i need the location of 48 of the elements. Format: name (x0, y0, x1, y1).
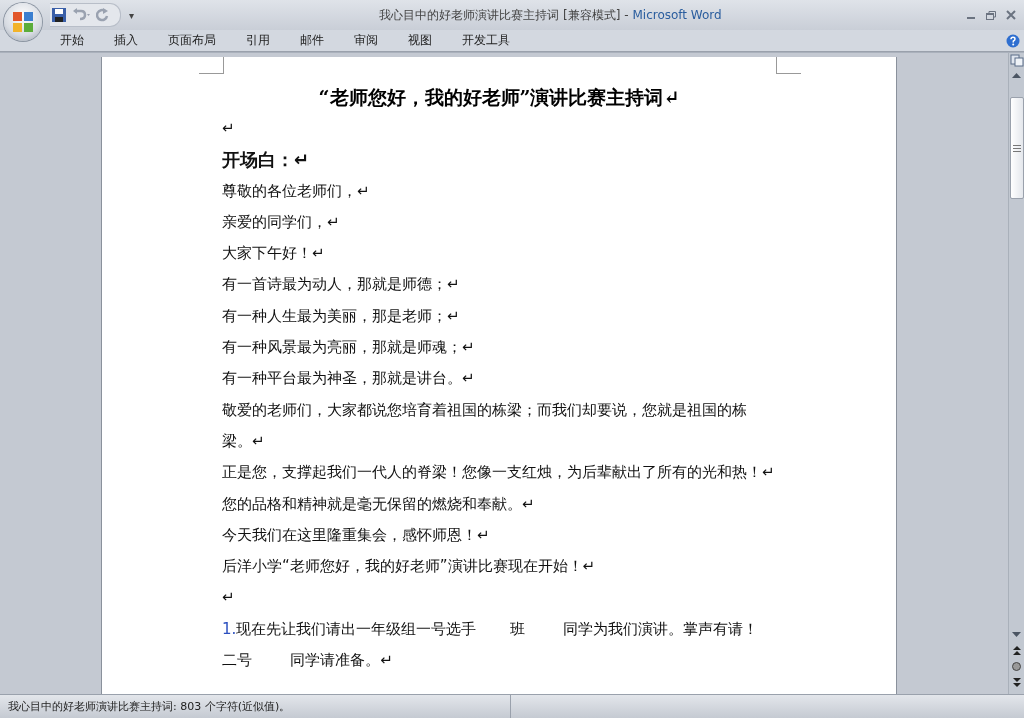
down-arrow-icon (1012, 631, 1021, 637)
close-icon[interactable] (1006, 10, 1016, 20)
body-text-line: ↵ (222, 118, 235, 139)
body-text-line: 二号 同学请准备。↵ (222, 650, 393, 672)
body-text-line: 今天我们在这里隆重集会，感怀师恩！↵ (222, 524, 490, 546)
undo-icon[interactable] (72, 8, 90, 22)
body-text-line: 有一种风景最为亮丽，那就是师魂；↵ (222, 337, 475, 359)
office-button[interactable] (4, 3, 42, 41)
ribbon-tab[interactable]: 视图 (396, 30, 444, 51)
body-text-line: 亲爱的同学们，↵ (222, 211, 340, 233)
save-icon[interactable] (52, 8, 66, 22)
ribbon-tab[interactable]: 插入 (102, 30, 150, 51)
ribbon-tab[interactable]: 邮件 (288, 30, 336, 51)
ribbon-tab[interactable]: 页面布局 (156, 30, 228, 51)
circle-icon (1012, 661, 1021, 671)
double-up-arrow-icon (1012, 645, 1021, 655)
body-text-line: 有一种平台最为神圣，那就是讲台。↵ (222, 368, 475, 390)
customize-toolbar-button[interactable]: ▾ (129, 9, 135, 21)
body-text-line: 尊敬的各位老师们，↵ (222, 180, 370, 202)
up-arrow-icon (1012, 72, 1021, 78)
ribbon-tab[interactable]: 开始 (48, 30, 96, 51)
grip-icon (1012, 144, 1021, 152)
body-text-line: 梁。↵ (222, 430, 265, 452)
ribbon-tab[interactable]: 审阅 (342, 30, 390, 51)
body-text-line: 大家下午好！↵ (222, 243, 325, 265)
body-text-line: 有一种人生最为美丽，那是老师；↵ (222, 305, 460, 327)
margin-corner-mark (776, 57, 801, 74)
ruler-toggle-icon[interactable] (1009, 53, 1024, 67)
section-heading: 开场白：↵ (222, 148, 310, 173)
status-text: 我心目中的好老师演讲比赛主持词: 803 个字符(近似值)。 (0, 695, 511, 718)
scrollbar-thumb[interactable] (1009, 97, 1024, 199)
body-text-line: 敬爱的老师们，大家都说您培育着祖国的栋梁；而我们却要说，您就是祖国的栋 (222, 399, 747, 421)
window-title: 我心目中的好老师演讲比赛主持词 [兼容模式] - Microsoft Word (378, 6, 723, 24)
office-logo-icon (12, 11, 34, 33)
body-text-line: 正是您，支撑起我们一代人的脊梁！您像一支红烛，为后辈献出了所有的光和热！↵ (222, 462, 775, 484)
ribbon-tab[interactable]: 开发工具 (450, 30, 522, 51)
body-text-line: 您的品格和精神就是毫无保留的燃烧和奉献。↵ (222, 493, 535, 515)
ribbon-tab[interactable]: 引用 (234, 30, 282, 51)
help-icon[interactable] (1006, 33, 1020, 48)
document-title: “老师您好，我的好老师”演讲比赛主持词↵ (317, 85, 681, 110)
restore-icon[interactable] (986, 10, 996, 20)
body-text-line: 1.现在先让我们请出一年级组一号选手 班 同学为我们演讲。掌声有请！ (222, 618, 758, 640)
margin-corner-mark (199, 57, 224, 74)
body-text-line: ↵ (222, 587, 235, 609)
double-down-arrow-icon (1012, 677, 1021, 687)
redo-icon[interactable] (96, 8, 110, 22)
body-text-line: 有一首诗最为动人，那就是师德；↵ (222, 274, 460, 296)
body-text-line: 后洋小学“老师您好，我的好老师”演讲比赛现在开始！↵ (222, 556, 596, 578)
